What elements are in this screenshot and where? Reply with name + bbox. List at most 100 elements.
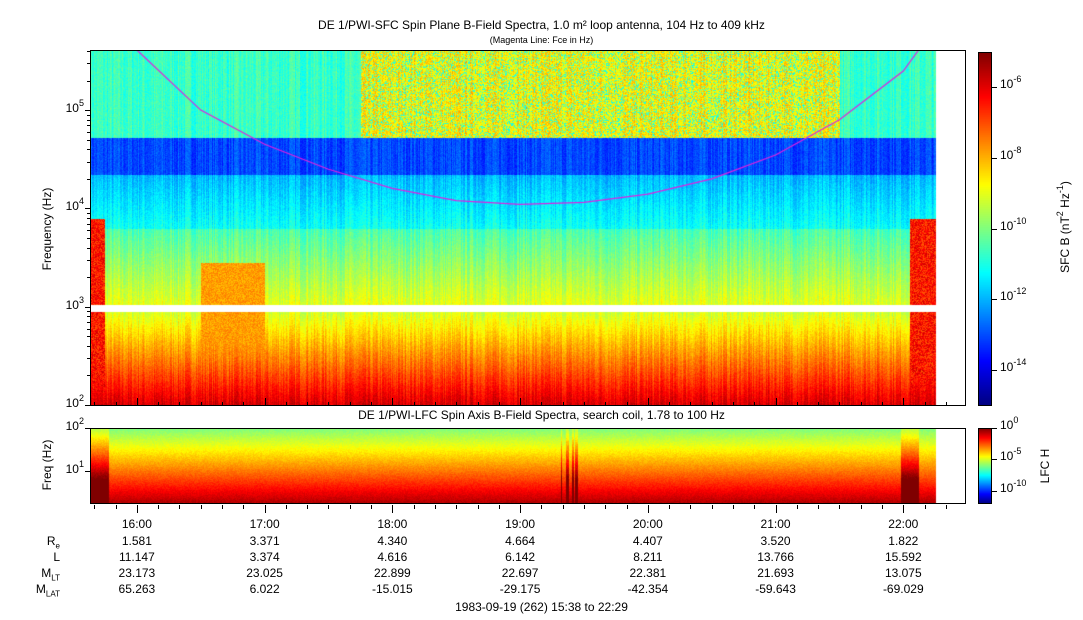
sfc-time-tick	[520, 398, 522, 406]
sfc-time-tick	[222, 402, 224, 406]
time-tick-minor	[839, 505, 841, 509]
sfc-time-tick	[456, 402, 458, 406]
ephemeris-row-label: MLAT	[35, 582, 60, 599]
sfc-colorbar-label: SFC B (nT2 Hz-1)	[1055, 181, 1072, 273]
sfc-ytick-minor	[87, 316, 90, 318]
sfc-ytick-minor	[87, 375, 90, 377]
lfc-colorbar-tick	[992, 428, 997, 429]
time-tick-label: 19:00	[505, 517, 536, 531]
sfc-ytick-label: 105	[65, 98, 84, 116]
sfc-time-tick	[903, 398, 905, 406]
sfc-ytick-minor	[87, 345, 90, 347]
lfc-plot-frame	[90, 428, 966, 504]
time-tick-minor	[860, 505, 862, 509]
sfc-time-tick	[860, 402, 862, 406]
lfc-colorbar-tick	[992, 490, 997, 492]
sfc-time-tick	[434, 402, 436, 406]
ephemeris-value: 23.173	[118, 566, 156, 580]
time-tick-minor	[115, 505, 117, 509]
sfc-ytick-minor	[87, 80, 90, 82]
sfc-time-tick	[924, 402, 926, 406]
sfc-colorbar-frame	[978, 52, 992, 406]
spectrogram-figure: DE 1/PWI-SFC Spin Plane B-Field Spectra,…	[0, 0, 1083, 620]
time-tick-major	[647, 505, 649, 513]
cb-label-b: Hz	[1058, 193, 1072, 212]
sfc-ytick	[85, 405, 90, 406]
time-tick-minor	[456, 505, 458, 509]
sfc-time-tick	[243, 402, 245, 406]
sfc-time-tick	[179, 402, 181, 406]
time-tick-minor	[562, 505, 564, 509]
time-tick-minor	[307, 505, 309, 509]
lfc-ytick-label: 101	[65, 458, 84, 476]
ephemeris-value: 4.407	[632, 534, 663, 548]
sfc-ytick-minor	[87, 212, 90, 214]
ephemeris-value: -69.029	[882, 582, 924, 596]
lfc-ytick	[85, 428, 90, 429]
sfc-colorbar-tick-label: 10-8	[1000, 144, 1022, 162]
lfc-ytick	[85, 470, 90, 472]
time-tick-minor	[690, 505, 692, 509]
sfc-ytick-minor	[87, 119, 90, 121]
sfc-ytick-minor	[87, 149, 90, 151]
sfc-time-tick	[583, 402, 585, 406]
sfc-time-tick	[392, 398, 394, 406]
ephemeris-value: 13.075	[884, 566, 922, 580]
ephemeris-value: 22.697	[501, 566, 539, 580]
ephemeris-value: 3.371	[249, 534, 280, 548]
sfc-time-tick	[371, 402, 373, 406]
ephemeris-value: 4.340	[377, 534, 408, 548]
sfc-time-tick	[647, 398, 649, 406]
sfc-time-tick	[115, 402, 117, 406]
time-tick-minor	[434, 505, 436, 509]
ephemeris-value: 13.766	[757, 550, 794, 564]
time-tick-minor	[754, 505, 756, 509]
lfc-title: DE 1/PWI-LFC Spin Axis B-Field Spectra, …	[358, 408, 725, 422]
sfc-time-tick	[669, 402, 671, 406]
sfc-ytick-minor	[87, 217, 90, 219]
sfc-ytick-minor	[87, 223, 90, 225]
sfc-ytick-minor	[87, 161, 90, 163]
sfc-subtitle: (Magenta Line: Fce in Hz)	[489, 35, 594, 45]
time-tick-minor	[669, 505, 671, 509]
time-tick-minor	[158, 505, 160, 509]
sfc-colorbar-tick-label: 10-6	[1000, 74, 1022, 92]
ephemeris-value: 6.142	[505, 550, 536, 564]
time-tick-minor	[796, 505, 798, 509]
sfc-time-tick	[775, 398, 777, 406]
sfc-colorbar-tick-label: 10-14	[1000, 356, 1027, 374]
ephemeris-value: 11.147	[118, 550, 155, 564]
lfc-colorbar-tick-label: 100	[1000, 415, 1019, 432]
ephemeris-row-label: Re	[46, 534, 60, 551]
ephemeris-value: 22.899	[373, 566, 411, 580]
sfc-ytick-minor	[87, 131, 90, 133]
sfc-colorbar-tick	[992, 157, 997, 159]
sfc-time-tick	[796, 402, 798, 406]
ephemeris-value: 21.693	[757, 566, 794, 580]
sfc-time-tick	[136, 398, 138, 406]
lfc-colorbar-tick-label: 10-5	[1000, 446, 1022, 464]
ephemeris-row-label: L	[53, 550, 60, 564]
sfc-time-tick	[94, 402, 96, 406]
time-tick-major	[392, 505, 394, 513]
sfc-time-tick	[200, 402, 202, 406]
sfc-colorbar-tick	[992, 228, 997, 230]
ephemeris-value: 1.822	[888, 534, 919, 548]
sfc-ytick-minor	[87, 238, 90, 239]
time-tick-minor	[924, 505, 926, 509]
sfc-ytick-minor	[87, 358, 90, 360]
time-tick-label: 21:00	[760, 517, 791, 531]
sfc-ytick-minor	[87, 230, 90, 232]
lfc-colorbar-frame	[978, 428, 992, 504]
lfc-ytick-label: 102	[65, 416, 84, 433]
sfc-ytick-minor	[87, 125, 90, 127]
time-tick-minor	[945, 505, 947, 509]
sfc-title: DE 1/PWI-SFC Spin Plane B-Field Spectra,…	[318, 18, 765, 32]
time-tick-minor	[179, 505, 181, 509]
sfc-time-tick	[307, 402, 309, 406]
time-tick-label: 20:00	[632, 517, 663, 531]
time-tick-major	[903, 505, 905, 513]
time-tick-minor	[541, 505, 543, 509]
sfc-ytick-label: 104	[65, 196, 84, 214]
sfc-ytick-minor	[87, 336, 90, 338]
